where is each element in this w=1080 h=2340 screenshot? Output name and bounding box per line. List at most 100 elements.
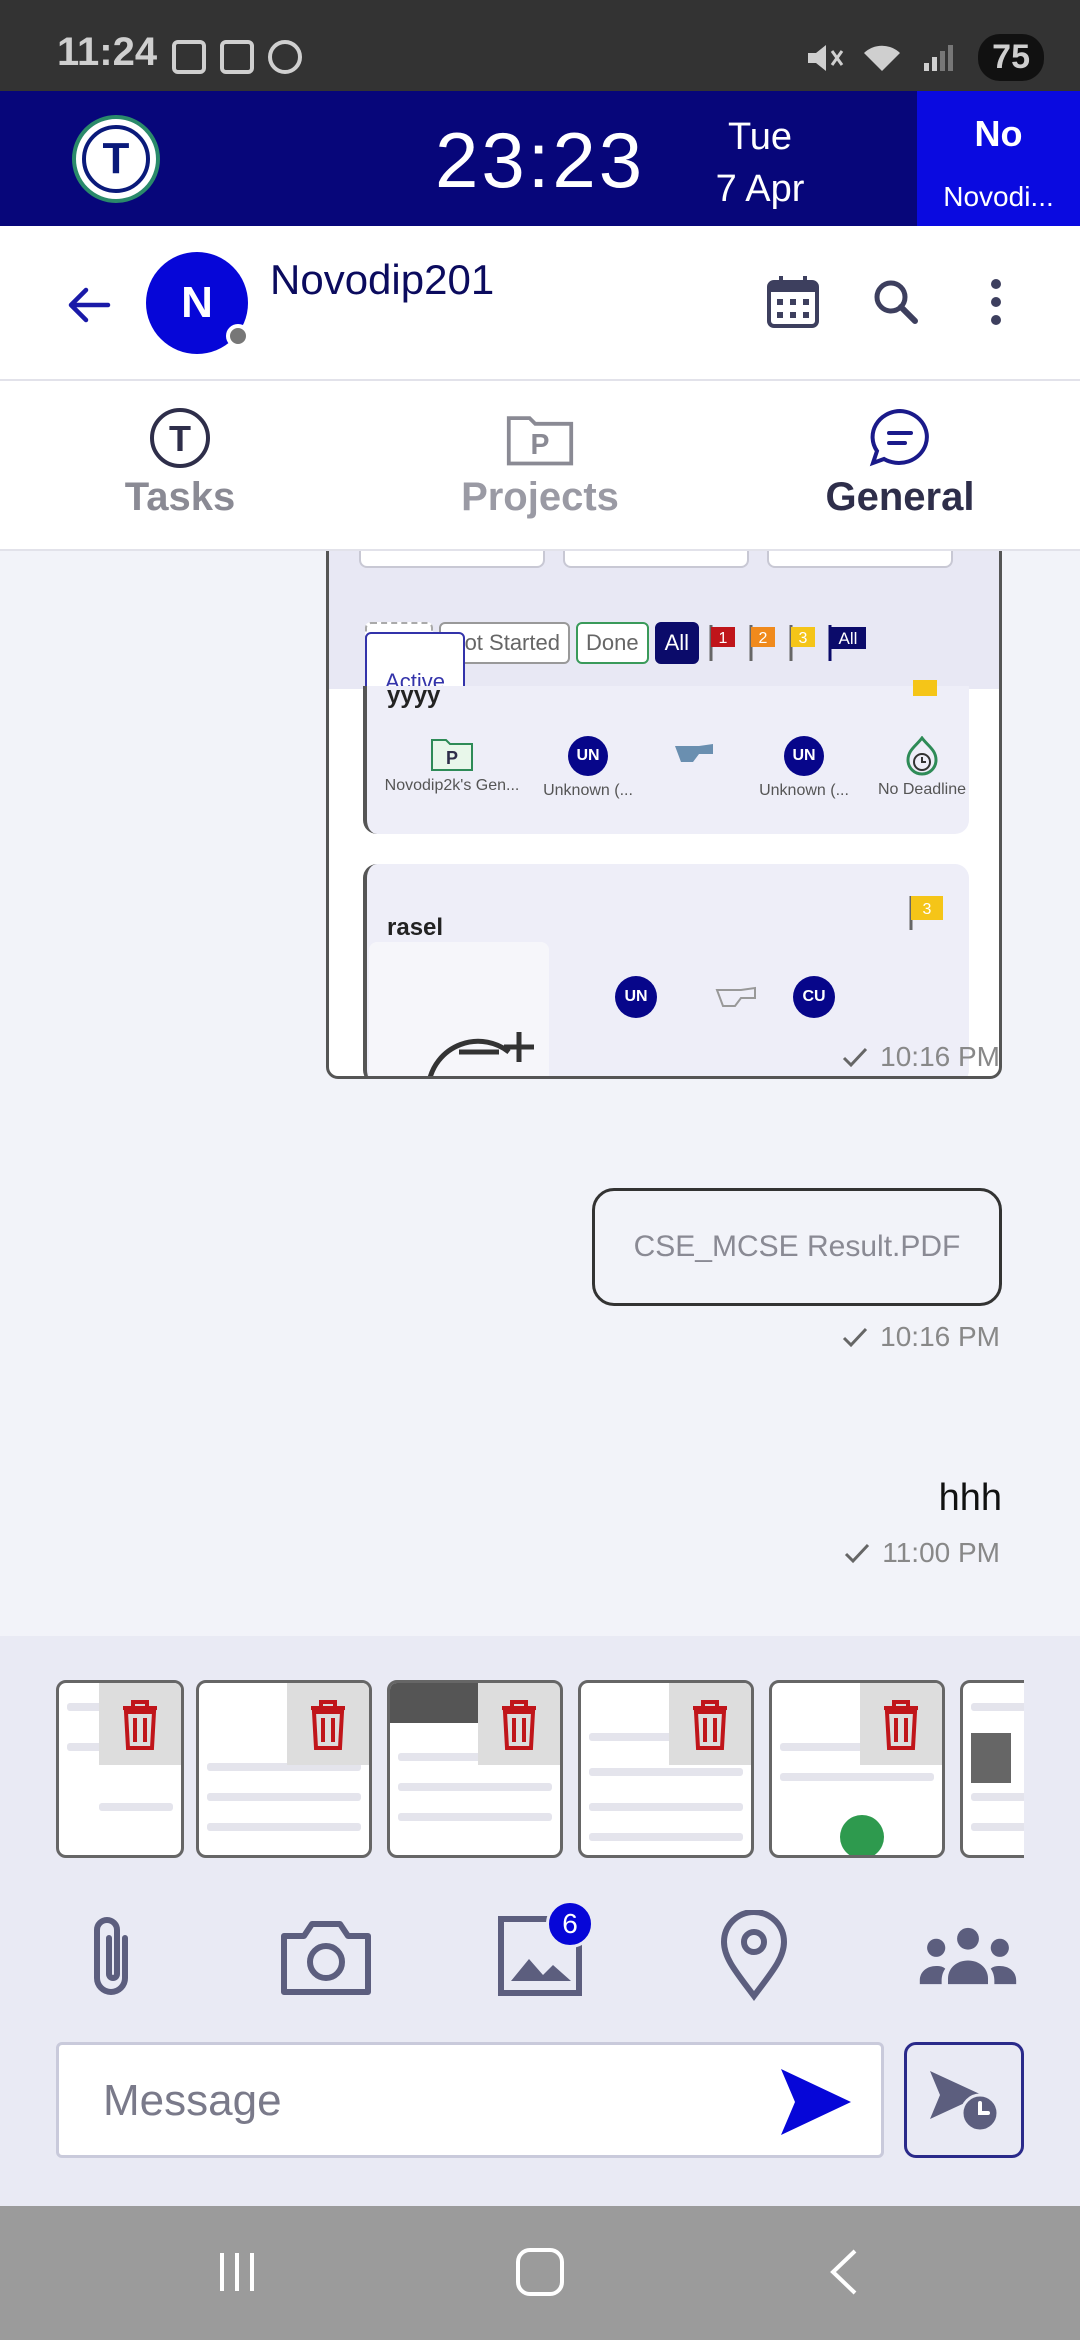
chat-bubble-icon	[865, 407, 935, 469]
add-task-icon	[427, 1032, 534, 1076]
workspace-switcher[interactable]: No Novodi...	[917, 91, 1080, 226]
image-message[interactable]: Draft Not Started Active Done All 1 2 3 …	[326, 551, 1002, 1079]
chevron-left-icon	[830, 2249, 857, 2295]
assignee-avatar: UN	[615, 976, 657, 1018]
delete-attachment-button[interactable]	[860, 1683, 942, 1765]
check-icon	[845, 1543, 870, 1564]
project-name: Novodip2k's Gen...	[384, 777, 520, 794]
message-input[interactable]	[103, 2073, 743, 2129]
project-filter	[563, 551, 749, 568]
assignee-avatar: UN	[784, 736, 824, 776]
message-time: 10:16 PM	[880, 1041, 1000, 1072]
schedule-send-button[interactable]	[904, 2042, 1024, 2158]
send-button[interactable]	[779, 2067, 853, 2137]
file-name: CSE_MCSE Result.PDF	[633, 1230, 961, 1263]
attachment-thumbnails[interactable]	[56, 1680, 1024, 1860]
back-arrow-icon[interactable]	[64, 280, 114, 330]
svg-text:T: T	[169, 418, 191, 459]
workspace-name: Novodi...	[943, 181, 1054, 212]
chat-title[interactable]: Novodip201	[270, 256, 494, 304]
thumbnail[interactable]	[56, 1680, 184, 1858]
thumbnail[interactable]	[769, 1680, 945, 1858]
task-title: yyyy	[387, 682, 441, 709]
message-meta: 10:16 PM	[842, 1041, 1000, 1073]
app-notification-icon	[268, 40, 302, 74]
recents-icon	[220, 2253, 254, 2291]
search-icon[interactable]	[866, 272, 926, 332]
flag-red-icon: 1	[709, 625, 736, 661]
message-meta: 11:00 PM	[844, 1537, 1000, 1569]
flag-number: 3	[923, 901, 932, 918]
delete-attachment-button[interactable]	[99, 1683, 181, 1765]
tasks-icon: T	[145, 407, 215, 469]
thumbnail[interactable]	[578, 1680, 754, 1858]
message-time: 11:00 PM	[882, 1537, 1000, 1568]
flag-orange-icon: 2	[749, 625, 776, 661]
chat-header: N Novodip201	[0, 226, 1080, 381]
filter-chips: Draft Not Started Active Done All 1 2 3 …	[365, 622, 869, 732]
message-input-container	[56, 2042, 884, 2158]
tab-tasks[interactable]: T Tasks	[0, 381, 360, 549]
assignee-name: Unknown (...	[759, 782, 849, 799]
schedule-send-icon	[930, 2071, 1000, 2133]
camera-icon	[281, 1921, 371, 1995]
delete-attachment-button[interactable]	[478, 1683, 560, 1765]
recent-apps-button[interactable]	[202, 2240, 272, 2304]
trash-icon	[884, 1700, 918, 1750]
assignee-chip: UN Unknown (...	[749, 736, 859, 800]
add-task-fab	[369, 942, 549, 1076]
file-attachment[interactable]: CSE_MCSE Result.PDF	[592, 1188, 1002, 1306]
tab-general[interactable]: General	[720, 381, 1080, 549]
camera-button[interactable]	[276, 1906, 376, 2006]
tab-bar: T Tasks P Projects General	[0, 381, 1080, 551]
text-message[interactable]: hhh	[939, 1477, 1002, 1520]
deadline-filter	[767, 551, 953, 568]
system-nav-bar	[0, 2206, 1080, 2340]
screenshot-top-buttons	[359, 551, 953, 568]
svg-text:P: P	[531, 429, 550, 461]
gallery-count-badge: 6	[546, 1900, 594, 1948]
flag-yellow-icon	[913, 680, 937, 696]
assignee-avatar: CU	[793, 976, 835, 1018]
app-banner: T 23:23 Tue 7 Apr No Novodi...	[0, 91, 1080, 226]
delete-attachment-button[interactable]	[669, 1683, 751, 1765]
message-time: 10:16 PM	[880, 1321, 1000, 1352]
wifi-icon	[864, 45, 901, 71]
assignee-avatar: UN	[568, 736, 608, 776]
chip-done: Done	[575, 622, 649, 664]
deadline-text: No Deadline	[877, 781, 967, 798]
assignee-filter	[359, 551, 545, 568]
thumbnail[interactable]	[196, 1680, 372, 1858]
chip-all: All	[654, 622, 700, 664]
check-icon	[843, 1047, 868, 1068]
gallery-button[interactable]: 6	[490, 1900, 594, 2006]
banner-day: Tue	[727, 116, 793, 158]
tab-projects[interactable]: P Projects	[360, 381, 720, 549]
more-vert-icon[interactable]	[966, 272, 1026, 332]
group-icon	[919, 1927, 1017, 1985]
home-button[interactable]	[505, 2240, 575, 2304]
battery-indicator: 75	[978, 34, 1044, 81]
tab-label: Projects	[461, 475, 619, 519]
attach-file-button[interactable]	[62, 1906, 162, 2006]
calendar-icon[interactable]	[763, 272, 823, 332]
location-button[interactable]	[704, 1906, 804, 2006]
deadline-clock-icon	[906, 735, 938, 776]
screenshot-icon	[172, 40, 206, 74]
mute-icon	[808, 44, 844, 71]
status-bar: 11:24 75	[0, 0, 1080, 91]
logo-letter-icon: T	[82, 125, 150, 193]
message-list[interactable]: Draft Not Started Active Done All 1 2 3 …	[0, 551, 1080, 1636]
projects-folder-icon: P	[505, 407, 575, 469]
thumbnail[interactable]	[960, 1680, 1024, 1858]
delete-attachment-button[interactable]	[287, 1683, 369, 1765]
app-logo[interactable]: T	[72, 115, 160, 203]
group-contacts-button[interactable]	[918, 1906, 1018, 2006]
thumbnail[interactable]	[387, 1680, 563, 1858]
project-chip: P Novodip2k's Gen...	[377, 736, 527, 795]
system-back-button[interactable]	[810, 2240, 880, 2304]
avatar[interactable]: N	[146, 252, 250, 354]
flag-orange-number: 2	[759, 630, 768, 647]
trash-icon	[502, 1700, 536, 1750]
flag-yellow-number: 3	[799, 630, 808, 647]
